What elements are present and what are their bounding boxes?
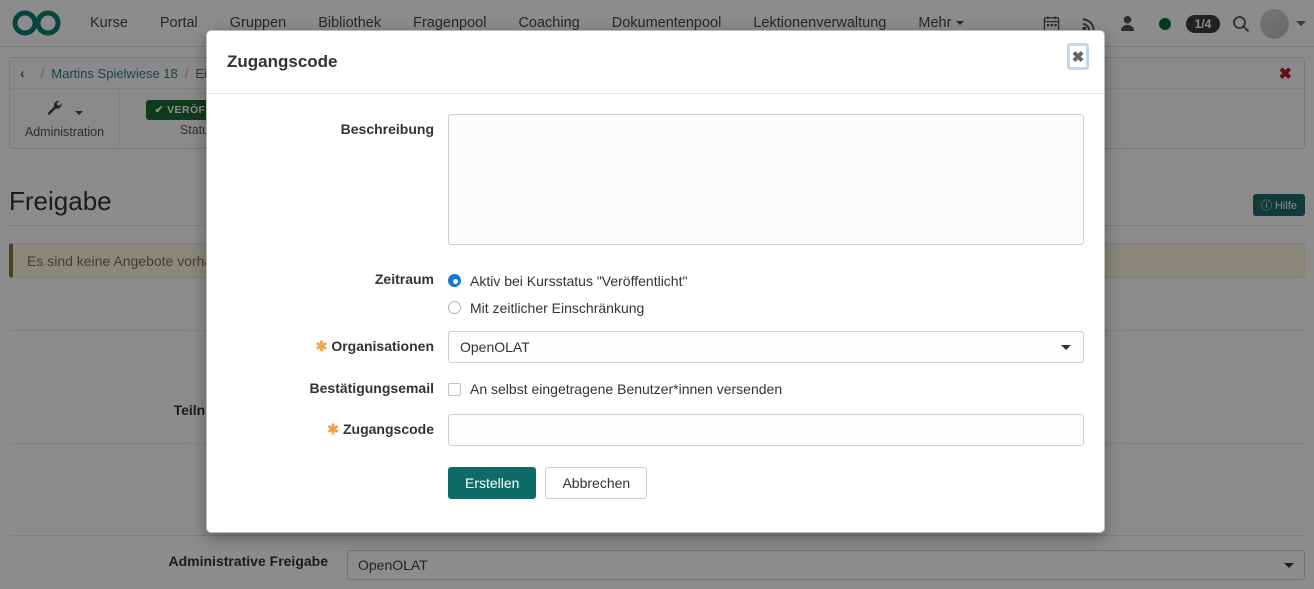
field-row-bestaetigungsemail: Bestätigungsemail An selbst eingetragene… — [207, 374, 1104, 404]
field-row-zugangscode: ✱Zugangscode — [207, 414, 1104, 446]
field-row-beschreibung: Beschreibung — [207, 114, 1104, 250]
modal-title: Zugangscode — [227, 52, 338, 72]
zugangscode-label-wrap: ✱Zugangscode — [207, 414, 448, 438]
checkbox-versenden-indicator[interactable] — [448, 383, 461, 396]
zugangscode-modal: Zugangscode ✖ Beschreibung Zeitraum Akti… — [206, 30, 1105, 533]
bestaetigungsemail-label: Bestätigungsemail — [207, 374, 448, 396]
abbrechen-button[interactable]: Abbrechen — [545, 467, 647, 499]
modal-body: Beschreibung Zeitraum Aktiv bei Kursstat… — [207, 94, 1104, 499]
organisationen-label-wrap: ✱Organisationen — [207, 331, 448, 355]
checkbox-option-versenden[interactable]: An selbst eingetragene Benutzer*innen ve… — [448, 374, 1084, 404]
organisationen-select[interactable]: OpenOLAT — [448, 331, 1084, 363]
chevron-down-icon — [1061, 345, 1071, 350]
radio-zeitlich-indicator[interactable] — [448, 301, 461, 314]
required-asterisk-icon: ✱ — [327, 421, 339, 437]
field-row-zeitraum: Zeitraum Aktiv bei Kursstatus "Veröffent… — [207, 267, 1104, 321]
organisationen-value: OpenOLAT — [460, 339, 530, 355]
buttons-label-spacer — [207, 460, 448, 467]
modal-header: Zugangscode ✖ — [207, 31, 1104, 94]
modal-button-row: Erstellen Abbrechen — [448, 467, 1084, 499]
checkbox-versenden-label: An selbst eingetragene Benutzer*innen ve… — [470, 381, 782, 397]
radio-option-aktiv[interactable]: Aktiv bei Kursstatus "Veröffentlicht" — [448, 267, 1084, 294]
radio-zeitlich-label: Mit zeitlicher Einschränkung — [470, 300, 644, 316]
required-asterisk-icon: ✱ — [316, 338, 328, 354]
beschreibung-textarea[interactable] — [448, 114, 1084, 245]
close-icon[interactable]: ✖ — [1067, 43, 1089, 70]
zeitraum-label: Zeitraum — [207, 267, 448, 287]
zugangscode-input[interactable] — [448, 414, 1084, 446]
screen: Kurse Portal Gruppen Bibliothek Fragenpo… — [0, 0, 1314, 589]
beschreibung-label: Beschreibung — [207, 114, 448, 137]
radio-option-zeitlich[interactable]: Mit zeitlicher Einschränkung — [448, 294, 1084, 321]
erstellen-button[interactable]: Erstellen — [448, 467, 536, 499]
radio-aktiv-label: Aktiv bei Kursstatus "Veröffentlicht" — [470, 273, 687, 289]
zugangscode-label: Zugangscode — [343, 421, 434, 437]
organisationen-label: Organisationen — [331, 338, 434, 354]
field-row-buttons: Erstellen Abbrechen — [207, 460, 1104, 499]
radio-aktiv-indicator[interactable] — [448, 274, 461, 287]
field-row-organisationen: ✱Organisationen OpenOLAT — [207, 331, 1104, 363]
